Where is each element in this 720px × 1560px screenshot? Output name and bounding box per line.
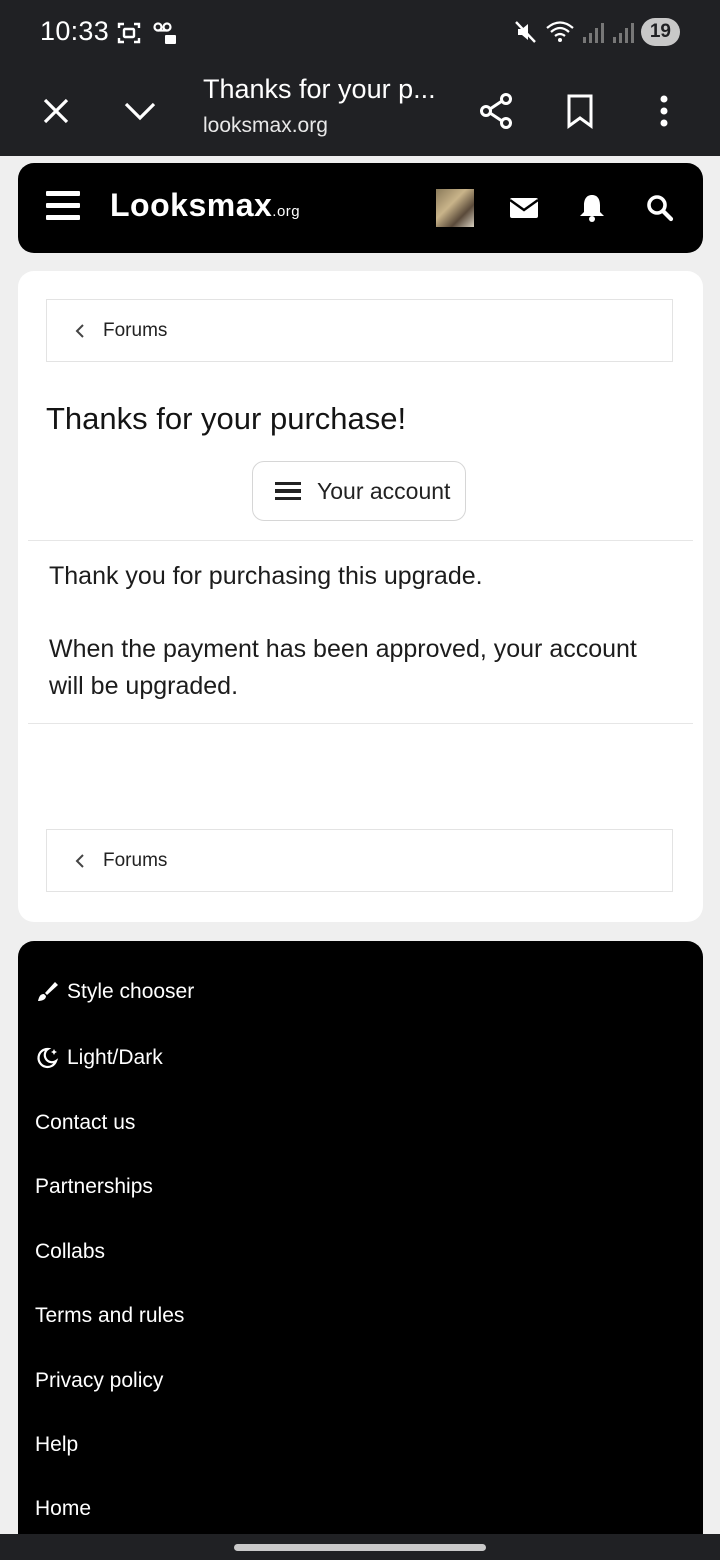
footer-link-label: Collabs xyxy=(35,1240,106,1263)
footer-link-label: Contact us xyxy=(35,1111,136,1134)
close-icon[interactable] xyxy=(33,88,79,134)
footer-link-label: Partnerships xyxy=(35,1175,153,1198)
share-icon[interactable] xyxy=(473,88,519,134)
footer-link-label: Style chooser xyxy=(67,980,195,1003)
footer-link-collabs[interactable]: Collabs xyxy=(35,1240,105,1264)
page-tab-title: Thanks for your p... xyxy=(203,74,436,104)
page-url: looksmax.org xyxy=(203,114,328,137)
envelope-icon[interactable] xyxy=(506,190,542,226)
moon-icon xyxy=(37,1047,59,1069)
footer-link-home[interactable]: Home xyxy=(35,1497,91,1521)
main-content-card: Forums Thanks for your purchase! Your ac… xyxy=(18,271,703,922)
bookmark-icon[interactable] xyxy=(557,88,603,134)
site-footer: Style chooser Light/Dark Contact us Part… xyxy=(18,941,703,1541)
logo-suffix: .org xyxy=(272,203,301,220)
your-account-button[interactable]: Your account xyxy=(252,461,466,521)
bell-icon[interactable] xyxy=(574,190,610,226)
footer-link-label: Home xyxy=(35,1497,92,1520)
paintbrush-icon xyxy=(38,982,58,1001)
your-account-label: Your account xyxy=(317,477,451,504)
logo-text: Looksmax xyxy=(110,187,273,223)
footer-link-style-chooser[interactable]: Style chooser xyxy=(35,980,194,1004)
breadcrumb-label: Forums xyxy=(103,319,168,341)
navigation-bar xyxy=(0,1534,720,1560)
signal-icon-2 xyxy=(612,23,634,43)
footer-link-partnerships[interactable]: Partnerships xyxy=(35,1175,153,1199)
divider xyxy=(28,723,693,724)
battery-indicator: 19 xyxy=(640,18,680,46)
site-logo[interactable]: Looksmax.org xyxy=(110,187,300,224)
status-system-icons: 19 xyxy=(513,18,680,46)
footer-link-label: Light/Dark xyxy=(67,1046,163,1069)
footer-link-light-dark[interactable]: Light/Dark xyxy=(35,1046,163,1070)
footer-link-label: Terms and rules xyxy=(35,1304,185,1327)
footer-link-label: Privacy policy xyxy=(35,1369,164,1392)
more-options-icon[interactable] xyxy=(641,88,687,134)
message-line: When the payment has been approved, your… xyxy=(49,635,637,700)
message-line: Thank you for purchasing this upgrade. xyxy=(49,562,483,590)
browser-toolbar: Thanks for your p... looksmax.org xyxy=(0,66,720,156)
footer-link-label: Help xyxy=(35,1433,79,1456)
breadcrumb-label: Forums xyxy=(103,849,168,871)
page-title: Thanks for your purchase! xyxy=(46,401,407,436)
screenshot-icon xyxy=(117,22,141,44)
status-notification-icons xyxy=(116,20,178,46)
avatar[interactable] xyxy=(436,189,474,227)
site-header: Looksmax.org xyxy=(18,163,703,253)
footer-link-help[interactable]: Help xyxy=(35,1433,78,1457)
wifi-icon xyxy=(546,21,574,42)
breadcrumb[interactable]: Forums xyxy=(46,299,673,362)
mute-icon xyxy=(514,21,536,43)
footer-link-terms[interactable]: Terms and rules xyxy=(35,1304,184,1328)
footer-link-contact-us[interactable]: Contact us xyxy=(35,1111,135,1135)
search-icon[interactable] xyxy=(642,190,678,226)
chevron-left-icon xyxy=(75,853,84,868)
chevron-down-icon[interactable] xyxy=(117,88,163,134)
voicemail-icon xyxy=(153,22,176,44)
chevron-left-icon xyxy=(75,323,84,338)
footer-link-privacy[interactable]: Privacy policy xyxy=(35,1369,163,1393)
signal-icon-1 xyxy=(582,23,604,43)
status-bar: 10:33 19 xyxy=(0,0,720,66)
hamburger-menu-icon[interactable] xyxy=(46,191,80,225)
status-time: 10:33 xyxy=(40,16,110,46)
gesture-handle[interactable] xyxy=(234,1544,486,1551)
breadcrumb[interactable]: Forums xyxy=(46,829,673,892)
divider xyxy=(28,540,693,541)
menu-icon xyxy=(275,478,301,505)
